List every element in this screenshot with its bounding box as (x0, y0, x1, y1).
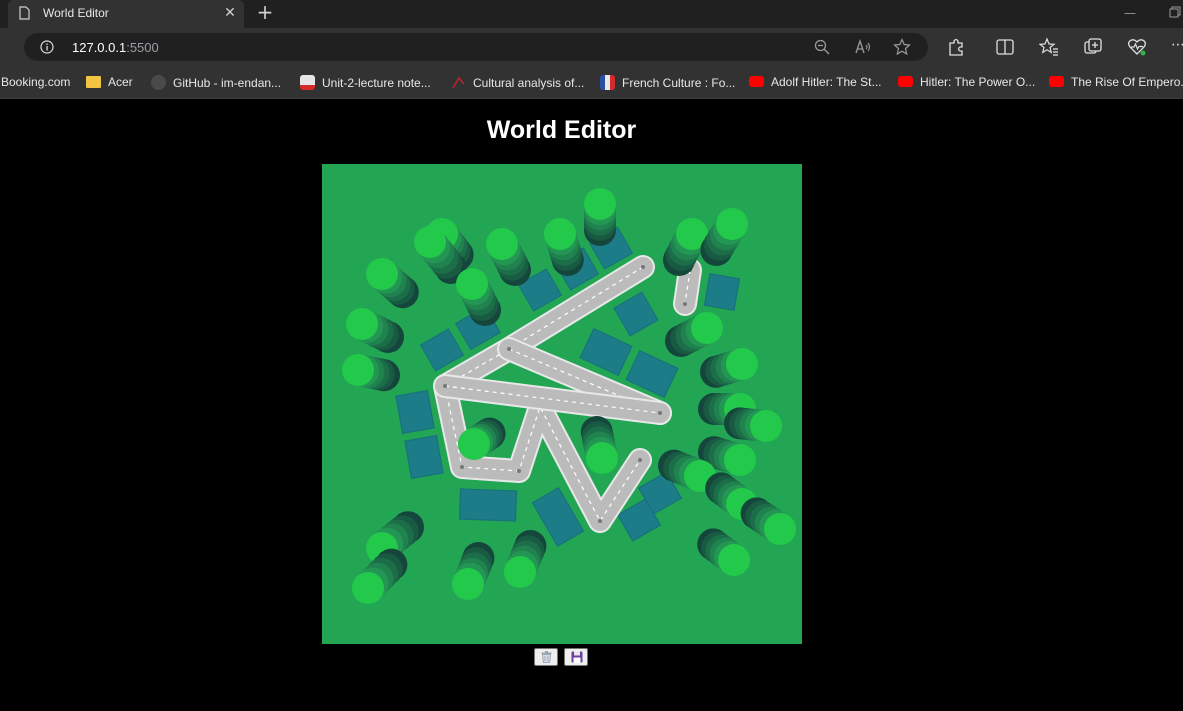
road-node (443, 384, 447, 388)
bookmark-item[interactable]: Adolf Hitler: The St... (749, 75, 882, 91)
bookmark-item[interactable]: French Culture : Fo... (600, 75, 735, 91)
pdf-icon (300, 75, 315, 90)
tree-crown (352, 572, 384, 604)
bookmark-item[interactable]: The Rise Of Empero... (1049, 75, 1183, 91)
building (703, 272, 741, 312)
address-bar[interactable]: 127.0.0.1:5500 (24, 33, 928, 61)
tree-crown (718, 544, 750, 576)
road-node (641, 265, 645, 269)
bookmark-item[interactable]: GitHub - im-endan... (151, 75, 281, 91)
building (458, 488, 518, 522)
bookmark-item[interactable]: Cultural analysis of... (451, 75, 584, 91)
youtube-icon (1049, 76, 1064, 87)
github-icon (151, 75, 166, 90)
bookmark-label: Acer (108, 75, 133, 89)
bookmark-label: Adolf Hitler: The St... (771, 75, 882, 89)
building (404, 434, 444, 480)
save-button[interactable] (564, 648, 588, 666)
youtube-icon (898, 76, 913, 87)
close-tab-icon[interactable]: ✕ (222, 5, 238, 21)
road-node (658, 411, 662, 415)
zoom-out-icon[interactable] (814, 39, 830, 55)
tree-crown (486, 228, 518, 260)
tree-crown (584, 188, 616, 220)
bookmark-item[interactable]: Hitler: The Power O... (898, 75, 1035, 91)
read-aloud-icon[interactable] (854, 39, 872, 55)
restore-icon[interactable] (1168, 6, 1182, 20)
building (395, 389, 435, 435)
bookmark-item[interactable]: Unit-2-lecture note... (300, 75, 431, 91)
tree-crown (586, 442, 618, 474)
minimize-icon[interactable]: — (1124, 6, 1138, 20)
site-icon (600, 75, 615, 90)
bookmark-item[interactable]: Booking.com (1, 75, 70, 91)
extensions-icon[interactable] (946, 37, 966, 57)
dispose-button[interactable] (534, 648, 558, 666)
bookmark-label: Hitler: The Power O... (920, 75, 1036, 89)
tree-crown (764, 513, 796, 545)
site-icon (452, 76, 465, 89)
favorites-icon[interactable] (1039, 37, 1059, 57)
tree-crown (504, 556, 536, 588)
bookmark-label: The Rise Of Empero... (1071, 75, 1183, 89)
road-node (507, 347, 511, 351)
url-host: 127.0.0.1 (72, 40, 127, 55)
folder-icon (86, 76, 101, 88)
road-node (517, 469, 521, 473)
collections-icon[interactable] (1083, 37, 1103, 57)
youtube-icon (749, 76, 764, 87)
tree-crown (346, 308, 378, 340)
trash-icon (541, 651, 552, 663)
tree-crown (750, 410, 782, 442)
tree-crown (414, 226, 446, 258)
browser-essentials-icon[interactable] (1127, 37, 1147, 57)
road-node (683, 302, 687, 306)
browser-tab-bar: World Editor ✕ + — (0, 0, 1183, 28)
bookmark-label: Booking.com (1, 75, 71, 89)
split-screen-icon[interactable] (995, 37, 1015, 57)
tree-crown (724, 444, 756, 476)
favorite-star-icon[interactable] (893, 38, 911, 56)
tree-crown (691, 312, 723, 344)
tree-crown (456, 268, 488, 300)
tree-crown (366, 258, 398, 290)
new-tab-button[interactable]: + (255, 2, 275, 23)
bookmark-label: Unit-2-lecture note... (322, 76, 431, 90)
browser-toolbar: 127.0.0.1:5500 ⋯ (0, 28, 1183, 68)
tree-crown (544, 218, 576, 250)
tree-crown (726, 348, 758, 380)
floppy-disk-icon (571, 651, 583, 663)
page-icon (19, 6, 30, 20)
bookmark-item[interactable]: Acer (86, 75, 133, 91)
tree-crown (342, 354, 374, 386)
bookmarks-bar: Booking.com Acer GitHub - im-endan... Un… (0, 68, 1183, 99)
bookmark-label: Cultural analysis of... (473, 76, 585, 90)
tree-crown (452, 568, 484, 600)
tree-crown (458, 428, 490, 460)
bookmark-label: French Culture : Fo... (622, 76, 736, 90)
world-scene[interactable] (322, 164, 802, 644)
world-canvas[interactable] (322, 164, 802, 644)
url-port: :5500 (126, 40, 159, 55)
road-node (638, 458, 642, 462)
browser-tab[interactable]: World Editor ✕ (8, 0, 244, 28)
info-icon[interactable] (40, 40, 54, 54)
more-options-icon[interactable]: ⋯ (1171, 37, 1183, 53)
road-node (598, 519, 602, 523)
bookmark-label: GitHub - im-endan... (173, 76, 282, 90)
page-title: World Editor (486, 116, 637, 144)
road-node (460, 465, 464, 469)
url-text[interactable]: 127.0.0.1:5500 (72, 40, 159, 55)
tab-title: World Editor (43, 6, 109, 20)
tree-crown (716, 208, 748, 240)
